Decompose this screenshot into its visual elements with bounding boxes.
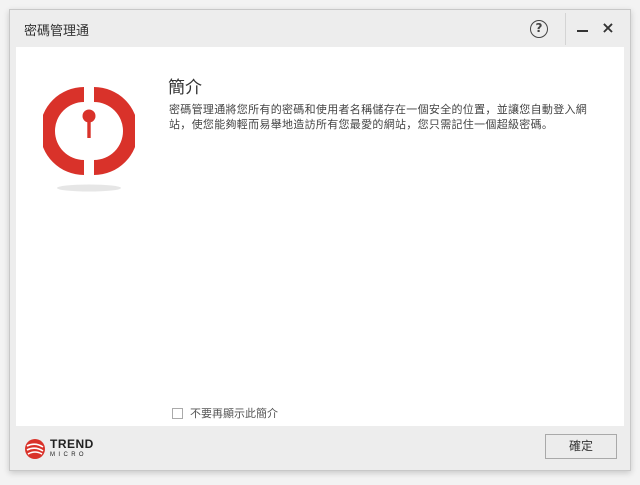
title-bar[interactable]: 密碼管理通 ? × [10, 10, 630, 47]
trend-micro-logo: TREND MICRO [24, 436, 94, 462]
title-divider [565, 13, 566, 45]
brand-name-micro: MICRO [50, 451, 87, 458]
ok-button[interactable]: 確定 [545, 434, 617, 459]
content-panel: 簡介 密碼管理通將您所有的密碼和使用者名稱儲存在一個安全的位置，並讓您自動登入網… [16, 47, 624, 426]
window-title: 密碼管理通 [24, 24, 90, 39]
help-button[interactable]: ? [530, 20, 548, 38]
trend-micro-logo-icon [25, 439, 45, 459]
minimize-button[interactable] [575, 20, 591, 38]
question-circle-icon: ? [535, 21, 543, 35]
footer-bar: TREND MICRO 確定 [10, 426, 630, 472]
app-window: 密碼管理通 ? × 簡介 密碼管理通將您所有的密碼和使用者名稱儲存在一個安全的位… [9, 9, 631, 471]
close-button[interactable]: × [600, 19, 616, 37]
brand-name-trend: TREND [50, 436, 94, 451]
dont-show-again-label: 不要再顯示此簡介 [190, 407, 278, 420]
intro-description: 密碼管理通將您所有的密碼和使用者名稱儲存在一個安全的位置，並讓您自動登入網站，使… [169, 103, 588, 131]
intro-heading: 簡介 [168, 78, 202, 98]
dont-show-again-option[interactable]: 不要再顯示此簡介 [172, 405, 278, 421]
close-icon: × [601, 18, 615, 37]
password-manager-keyhole-icon [43, 87, 135, 192]
dont-show-again-checkbox[interactable] [172, 407, 183, 419]
